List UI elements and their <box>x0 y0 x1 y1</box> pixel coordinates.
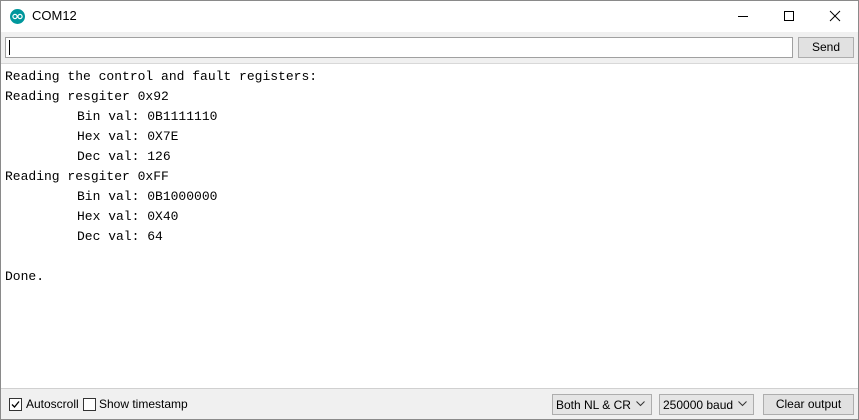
output-line: Hex val: 0X7E <box>77 129 179 144</box>
clear-output-button[interactable]: Clear output <box>763 394 854 415</box>
show-timestamp-checkbox[interactable] <box>83 398 96 411</box>
output-line: Done. <box>5 269 45 284</box>
output-line: Hex val: 0X40 <box>77 209 179 224</box>
bottom-bar: Autoscroll Show timestamp Both NL & CR 2… <box>1 388 858 419</box>
input-row: Send <box>1 32 858 63</box>
minimize-icon <box>738 16 748 17</box>
arduino-logo-icon <box>10 9 25 24</box>
chevron-down-icon <box>636 401 645 407</box>
maximize-button[interactable] <box>766 1 812 32</box>
checkmark-icon <box>11 401 20 408</box>
line-ending-select[interactable]: Both NL & CR <box>552 394 652 415</box>
serial-monitor-window: COM12 Send Reading the control and fault… <box>0 0 859 420</box>
minimize-button[interactable] <box>720 1 766 32</box>
output-line: Bin val: 0B1000000 <box>77 189 218 204</box>
baud-rate-select[interactable]: 250000 baud <box>659 394 754 415</box>
chevron-down-icon <box>738 401 747 407</box>
window-title: COM12 <box>32 8 77 23</box>
show-timestamp-label[interactable]: Show timestamp <box>99 397 188 411</box>
output-line: Reading resgiter 0xFF <box>5 169 169 184</box>
serial-input[interactable] <box>5 37 793 58</box>
output-line: Dec val: 126 <box>77 149 171 164</box>
baud-rate-value: 250000 baud <box>663 398 734 412</box>
line-ending-value: Both NL & CR <box>556 398 631 412</box>
output-line: Reading the control and fault registers: <box>5 69 318 84</box>
maximize-icon <box>784 11 794 21</box>
autoscroll-label[interactable]: Autoscroll <box>26 397 79 411</box>
output-line: Bin val: 0B1111110 <box>77 109 218 124</box>
close-icon <box>829 10 841 22</box>
output-line: Dec val: 64 <box>77 229 163 244</box>
autoscroll-checkbox[interactable] <box>9 398 22 411</box>
serial-output[interactable]: Reading the control and fault registers:… <box>1 63 858 388</box>
close-button[interactable] <box>812 1 858 32</box>
output-line: Reading resgiter 0x92 <box>5 89 169 104</box>
text-caret <box>9 40 10 55</box>
title-bar[interactable]: COM12 <box>1 1 858 32</box>
send-button[interactable]: Send <box>798 37 854 58</box>
